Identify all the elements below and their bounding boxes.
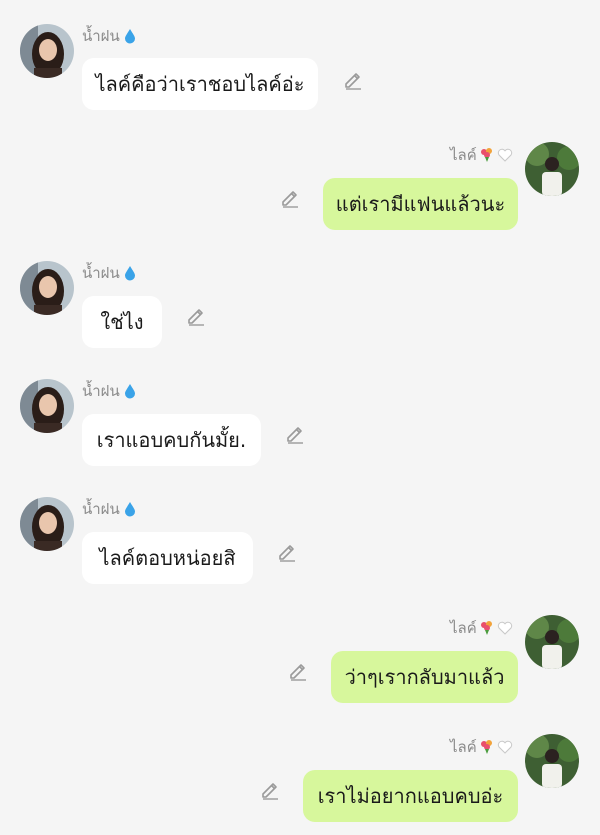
pencil-icon[interactable] — [342, 68, 364, 90]
contact-avatar[interactable] — [20, 497, 74, 551]
message-text: เราแอบคบกันมั้ย. — [96, 428, 247, 452]
contact-avatar[interactable] — [20, 24, 74, 78]
sender-name-text: ไลค์ — [450, 738, 477, 756]
flower-bouquet-icon — [479, 147, 495, 163]
message-bubble[interactable]: ไลค์ตอบหน่อยสิ — [82, 532, 253, 584]
message-text: ไลค์ตอบหน่อยสิ — [99, 546, 236, 570]
contact-avatar[interactable] — [20, 379, 74, 433]
pencil-icon[interactable] — [259, 778, 281, 800]
water-drop-icon — [122, 501, 138, 517]
white-heart-icon — [497, 147, 513, 163]
sender-name: ไลค์ — [450, 616, 513, 640]
message-bubble[interactable]: เราไม่อยากแอบคบอ่ะ — [303, 770, 518, 822]
water-drop-icon — [122, 383, 138, 399]
sender-name: น้ำฝน — [82, 379, 138, 403]
contact-avatar[interactable] — [20, 261, 74, 315]
white-heart-icon — [497, 739, 513, 755]
flower-bouquet-icon — [479, 739, 495, 755]
message-bubble[interactable]: แต่เรามีแฟนแล้วนะ — [323, 178, 518, 230]
sender-name-text: น้ำฝน — [82, 264, 120, 282]
water-drop-icon — [122, 28, 138, 44]
message-text: เราไม่อยากแอบคบอ่ะ — [317, 784, 504, 808]
pencil-icon[interactable] — [276, 540, 298, 562]
message-bubble[interactable]: ไลค์คือว่าเราชอบไลค์อ่ะ — [82, 58, 318, 110]
pencil-icon[interactable] — [185, 304, 207, 326]
sender-name-text: ไลค์ — [450, 619, 477, 637]
sender-name: ไลค์ — [450, 735, 513, 759]
message-bubble[interactable]: เราแอบคบกันมั้ย. — [82, 414, 261, 466]
sender-name-text: น้ำฝน — [82, 382, 120, 400]
own-avatar[interactable] — [525, 734, 579, 788]
sender-name: ไลค์ — [450, 143, 513, 167]
white-heart-icon — [497, 620, 513, 636]
message-text: แต่เรามีแฟนแล้วนะ — [335, 192, 506, 216]
sender-name-text: ไลค์ — [450, 146, 477, 164]
water-drop-icon — [122, 265, 138, 281]
message-text: ว่าๆเรากลับมาแล้ว — [344, 665, 505, 689]
message-bubble[interactable]: ใช่ไง — [82, 296, 162, 348]
flower-bouquet-icon — [479, 620, 495, 636]
sender-name-text: น้ำฝน — [82, 27, 120, 45]
pencil-icon[interactable] — [279, 186, 301, 208]
chat-thread: น้ำฝน ไลค์คือว่าเราชอบไลค์อ่ะ ไลค์ แต่เร… — [0, 0, 600, 835]
message-text: ไลค์คือว่าเราชอบไลค์อ่ะ — [95, 72, 305, 96]
sender-name-text: น้ำฝน — [82, 500, 120, 518]
sender-name: น้ำฝน — [82, 24, 138, 48]
sender-name: น้ำฝน — [82, 497, 138, 521]
pencil-icon[interactable] — [284, 422, 306, 444]
own-avatar[interactable] — [525, 615, 579, 669]
message-text: ใช่ไง — [100, 310, 144, 334]
message-bubble[interactable]: ว่าๆเรากลับมาแล้ว — [331, 651, 518, 703]
own-avatar[interactable] — [525, 142, 579, 196]
sender-name: น้ำฝน — [82, 261, 138, 285]
pencil-icon[interactable] — [287, 659, 309, 681]
